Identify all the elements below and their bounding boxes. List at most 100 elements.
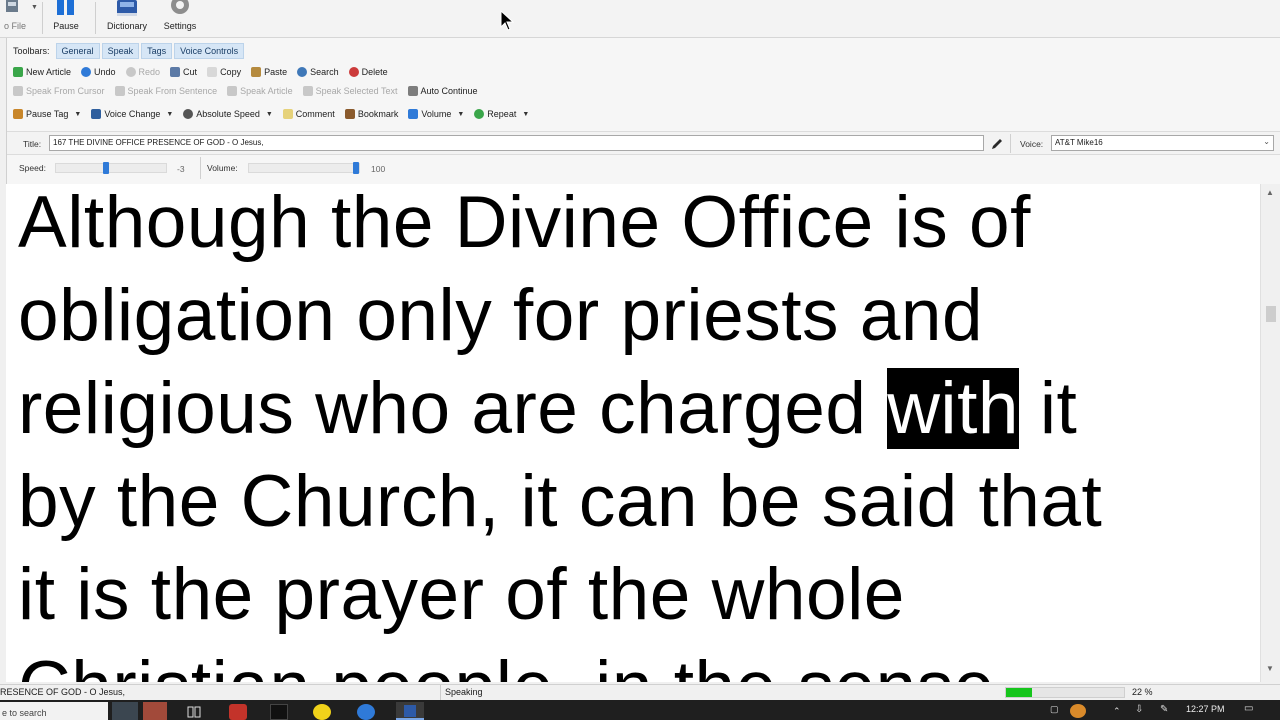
new-article-label: New Article: [26, 67, 72, 77]
paste-button[interactable]: Paste: [251, 67, 287, 77]
taskbar-clock[interactable]: 12:27 PM: [1186, 704, 1225, 714]
open-file-button[interactable]: o File: [0, 0, 30, 38]
delete-icon: [348, 67, 359, 77]
tray-pen-icon[interactable]: ✎: [1160, 704, 1168, 715]
status-bar: RESENCE OF GOD - O Jesus, Speaking 22 %: [0, 684, 1280, 700]
speed-slider[interactable]: [55, 162, 167, 174]
file-icon: [6, 0, 18, 12]
notification-center-icon[interactable]: ▭: [1244, 703, 1253, 714]
dictionary-label: Dictionary: [106, 21, 147, 31]
edit-pen-icon[interactable]: [990, 137, 1004, 151]
tray-chevron-up-icon[interactable]: ⌃: [1113, 706, 1121, 717]
search-highlight-icon[interactable]: [143, 702, 167, 720]
tray-usb-icon[interactable]: ⇩: [1135, 704, 1143, 715]
speak-selected-text-button[interactable]: Speak Selected Text: [302, 86, 398, 96]
vertical-scrollbar[interactable]: ▲ ▼: [1260, 184, 1280, 682]
voice-change-dropdown-icon[interactable]: ▼: [166, 111, 173, 118]
scrollbar-thumb[interactable]: [1266, 306, 1276, 322]
text-segment: it: [1019, 368, 1078, 449]
speak-from-sentence-label: Speak From Sentence: [127, 86, 218, 96]
dictionary-button[interactable]: Dictionary: [100, 0, 154, 38]
voice-select-chevron-icon: ⌄: [1263, 137, 1270, 146]
pause-icon: [57, 0, 74, 15]
tab-speak[interactable]: Speak: [101, 43, 140, 59]
scissors-icon: [170, 67, 181, 77]
speed-volume-row: Speed: -3 Volume: 100: [7, 157, 1280, 181]
repeat-label: Repeat: [487, 109, 517, 119]
brave-browser-icon[interactable]: [229, 704, 247, 720]
redo-button[interactable]: Redo: [125, 67, 160, 77]
task-view-icon[interactable]: [187, 706, 201, 718]
settings-button[interactable]: Settings: [156, 0, 204, 38]
speedometer-icon: [183, 109, 194, 119]
speak-from-sentence-button[interactable]: Speak From Sentence: [114, 86, 218, 96]
gear-icon: [171, 0, 189, 14]
absolute-speed-button[interactable]: Absolute Speed ▼: [183, 109, 273, 119]
clipboard-icon: [251, 67, 262, 77]
speak-article-button[interactable]: Speak Article: [227, 86, 293, 96]
pause-tag-dropdown-icon[interactable]: ▼: [74, 111, 81, 118]
taskbar-search-box[interactable]: e to search: [0, 702, 108, 720]
toolbar-panel: Toolbars: General Speak Tags Voice Contr…: [6, 38, 1280, 184]
auto-continue-icon: [407, 86, 418, 96]
text-line: it is the prayer of the whole: [18, 554, 905, 635]
title-label: Title:: [23, 139, 42, 149]
voice-change-button[interactable]: Voice Change ▼: [91, 109, 173, 119]
undo-button[interactable]: Undo: [81, 67, 116, 77]
repeat-button[interactable]: Repeat ▼: [474, 109, 529, 119]
file-dropdown-caret-icon[interactable]: ▼: [31, 4, 38, 11]
active-reader-app-icon[interactable]: [396, 702, 424, 720]
title-field[interactable]: 167 THE DIVINE OFFICE PRESENCE OF GOD - …: [49, 135, 984, 151]
volume-slider[interactable]: [248, 162, 360, 174]
volume-button[interactable]: Volume ▼: [408, 109, 464, 119]
speak-article-label: Speak Article: [240, 86, 293, 96]
scroll-down-arrow-icon[interactable]: ▼: [1266, 664, 1274, 673]
text-line: religious who are charged with it: [18, 362, 1258, 455]
speak-selected-icon: [302, 86, 313, 96]
repeat-dropdown-icon[interactable]: ▼: [522, 111, 529, 118]
speed-value: -3: [177, 164, 185, 174]
undo-label: Undo: [94, 67, 116, 77]
article-progress-fill: [1006, 688, 1032, 697]
bookmark-label: Bookmark: [357, 109, 399, 119]
article-reader[interactable]: Although the Divine Office is of obligat…: [6, 184, 1260, 682]
volume-dropdown-icon[interactable]: ▼: [457, 111, 464, 118]
redo-icon: [125, 67, 136, 77]
delete-button[interactable]: Delete: [348, 67, 388, 77]
voice-select[interactable]: AT&T Mike16 ⌄: [1051, 135, 1274, 151]
bookmark-button[interactable]: Bookmark: [344, 109, 399, 119]
tab-general[interactable]: General: [55, 43, 100, 59]
voice-change-icon: [91, 109, 102, 119]
toolbars-tab-row: Toolbars: General Speak Tags Voice Contr…: [13, 42, 246, 60]
speak-toolbar-row: Speak From Cursor Speak From Sentence Sp…: [13, 82, 488, 100]
search-label: Search: [310, 67, 339, 77]
tray-app-icon[interactable]: [1070, 704, 1086, 718]
search-highlight-icon[interactable]: [112, 702, 138, 720]
browser-app-icon[interactable]: [357, 704, 375, 720]
comment-label: Comment: [295, 109, 335, 119]
search-button[interactable]: Search: [297, 67, 339, 77]
tiktok-icon[interactable]: [270, 704, 288, 720]
article-text[interactable]: Although the Divine Office is of obligat…: [18, 184, 1258, 682]
speed-slider-thumb[interactable]: [103, 162, 109, 174]
comment-icon: [282, 109, 293, 119]
voice-select-value: AT&T Mike16: [1055, 138, 1103, 147]
scroll-up-arrow-icon[interactable]: ▲: [1266, 188, 1274, 197]
auto-continue-toggle[interactable]: Auto Continue: [407, 86, 478, 96]
tab-tags[interactable]: Tags: [141, 43, 173, 59]
pause-button[interactable]: Pause: [46, 0, 86, 38]
tab-voice-controls[interactable]: Voice Controls: [174, 43, 245, 59]
speak-sentence-icon: [114, 86, 125, 96]
copy-button[interactable]: Copy: [207, 67, 241, 77]
cut-button[interactable]: Cut: [170, 67, 197, 77]
volume-slider-thumb[interactable]: [353, 162, 359, 174]
speak-from-cursor-button[interactable]: Speak From Cursor: [13, 86, 105, 96]
volume-value: 100: [371, 164, 386, 174]
status-article-title: RESENCE OF GOD - O Jesus,: [0, 687, 126, 697]
notification-app-icon[interactable]: [313, 704, 331, 720]
comment-button[interactable]: Comment: [282, 109, 335, 119]
absolute-speed-dropdown-icon[interactable]: ▼: [266, 111, 273, 118]
new-article-button[interactable]: New Article: [13, 67, 71, 77]
pause-tag-button[interactable]: Pause Tag ▼: [13, 109, 81, 119]
show-hidden-icons-button[interactable]: ▢: [1050, 704, 1059, 715]
